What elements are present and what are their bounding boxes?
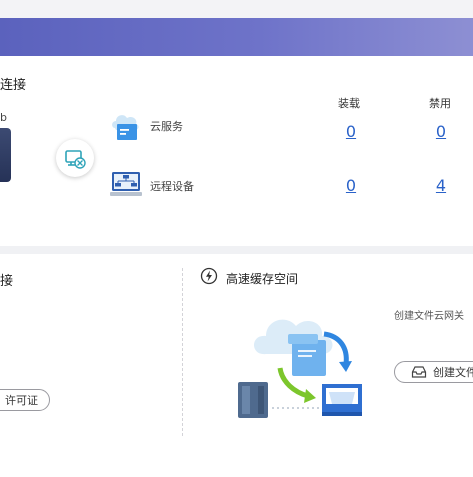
- vertical-divider: [182, 268, 183, 436]
- row-label-cloud: 云服务: [150, 120, 183, 133]
- cache-description: 创建文件云网关: [394, 311, 464, 322]
- col-header-mounted: 装载: [338, 97, 360, 110]
- license-button-label: 许可证: [5, 394, 38, 407]
- cloud-service-icon: [110, 110, 140, 142]
- cache-section-title: 高速缓存空间: [226, 272, 299, 286]
- cache-illustration: [236, 312, 366, 422]
- bottom-left-title: 接: [0, 274, 14, 289]
- link-status-icon[interactable]: [56, 139, 94, 177]
- cloud-disabled-count[interactable]: 0: [431, 122, 451, 141]
- header-banner: [0, 18, 473, 56]
- remote-device-icon: [110, 170, 142, 198]
- window-top-strip: [0, 0, 473, 19]
- row-label-remote: 远程设备: [150, 180, 194, 193]
- create-file-button-label: 创建文件: [433, 366, 473, 379]
- tray-icon: [411, 365, 427, 379]
- truncated-label: b: [0, 111, 7, 124]
- col-header-disabled: 禁用: [429, 97, 451, 110]
- remote-mounted-count[interactable]: 0: [341, 176, 361, 195]
- remote-disabled-count[interactable]: 4: [431, 176, 451, 195]
- cache-lightning-icon: [200, 267, 218, 285]
- create-file-button[interactable]: 创建文件: [394, 361, 473, 383]
- section-separator: [0, 246, 473, 254]
- device-thumbnail: [0, 128, 11, 182]
- license-button[interactable]: 许可证: [0, 389, 50, 411]
- cloud-mounted-count[interactable]: 0: [341, 122, 361, 141]
- section-title: 连接: [0, 78, 27, 93]
